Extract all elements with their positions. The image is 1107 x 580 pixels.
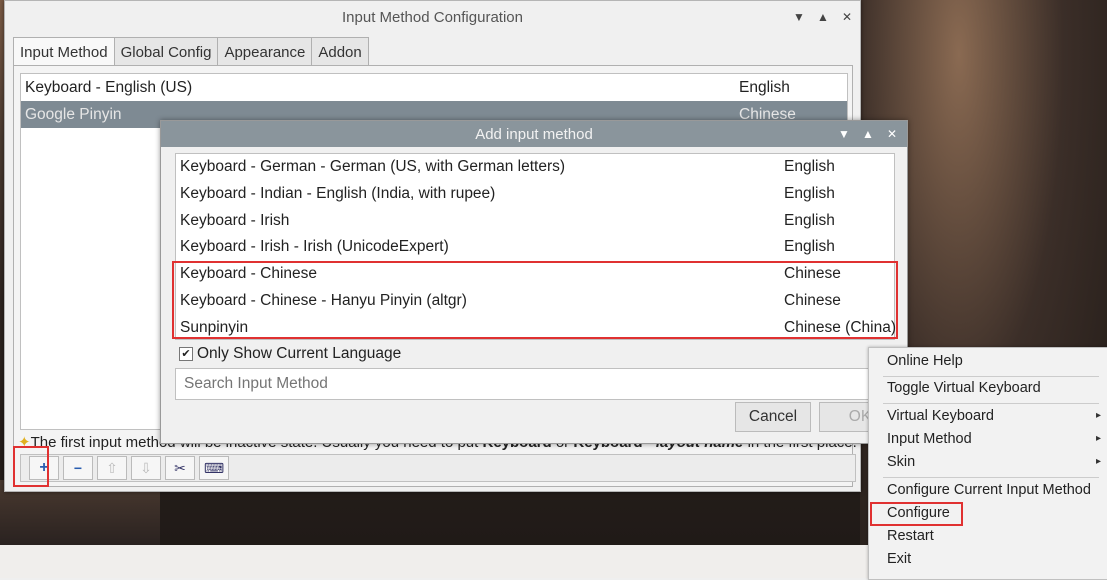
move-down-button[interactable]: ⇩ xyxy=(131,456,161,480)
menu-separator xyxy=(883,403,1099,404)
item-name: Keyboard - Irish xyxy=(180,211,290,229)
menu-item-restart[interactable]: Restart xyxy=(887,528,934,544)
item-name: Keyboard - Irish - Irish (UnicodeExpert) xyxy=(180,238,449,256)
menu-separator xyxy=(883,477,1099,478)
checkmark-icon: ✔ xyxy=(179,347,193,361)
menu-item-virtual-keyboard[interactable]: Virtual Keyboard xyxy=(887,408,994,424)
submenu-arrow-icon: ▸ xyxy=(1095,456,1101,467)
list-item[interactable]: Keyboard - Indian - English (India, with… xyxy=(176,181,894,208)
tab-global-config[interactable]: Global Config xyxy=(113,37,219,67)
menu-item-toggle-virtual-keyboard[interactable]: Toggle Virtual Keyboard xyxy=(887,380,1041,396)
menu-separator xyxy=(883,376,1099,377)
submenu-arrow-icon: ▸ xyxy=(1095,410,1101,421)
menu-item-configure-current-input-method[interactable]: Configure Current Input Method xyxy=(887,482,1091,498)
item-language: English xyxy=(784,184,835,202)
tab-input-method[interactable]: Input Method xyxy=(13,37,115,67)
search-input[interactable] xyxy=(175,368,887,400)
keyboard-layout-button[interactable]: ⌨ xyxy=(199,456,229,480)
dialog-titlebar[interactable]: Add input method ▼ ▲ ✕ xyxy=(161,121,907,147)
cancel-button[interactable]: Cancel xyxy=(735,402,811,432)
window-title: Input Method Configuration xyxy=(342,9,523,26)
item-language: English xyxy=(784,158,835,175)
list-item[interactable]: Keyboard - Irish English xyxy=(176,208,894,235)
checkbox-label: Only Show Current Language xyxy=(197,345,402,362)
window-titlebar[interactable]: Input Method Configuration ▼ ▲ ✕ xyxy=(5,1,860,35)
menu-item-skin[interactable]: Skin xyxy=(887,454,915,470)
close-icon[interactable]: ✕ xyxy=(840,10,854,24)
chinese-items-highlight xyxy=(172,261,898,339)
dialog-maximize-icon[interactable]: ▲ xyxy=(861,127,875,141)
input-method-language: English xyxy=(739,79,790,96)
tab-appearance[interactable]: Appearance xyxy=(217,37,313,67)
list-item[interactable]: Keyboard - English (US) English xyxy=(21,74,847,101)
configure-button[interactable]: ✂ xyxy=(165,456,195,480)
item-name: Keyboard - Indian - English (India, with… xyxy=(180,184,496,202)
menu-item-exit[interactable]: Exit xyxy=(887,551,911,567)
input-method-toolbar: + − ⇧ ⇩ ✂ ⌨ xyxy=(20,454,856,482)
add-button-highlight xyxy=(13,446,49,487)
dialog-minimize-icon[interactable]: ▼ xyxy=(837,127,851,141)
list-item[interactable]: Keyboard - Irish - Irish (UnicodeExpert)… xyxy=(176,234,894,261)
item-language: English xyxy=(784,211,835,229)
menu-item-input-method[interactable]: Input Method xyxy=(887,431,972,447)
maximize-icon[interactable]: ▲ xyxy=(816,10,830,24)
configure-highlight xyxy=(870,502,963,526)
submenu-arrow-icon: ▸ xyxy=(1095,433,1101,444)
tab-bar: Input Method Global Config Appearance Ad… xyxy=(13,37,369,67)
item-language: English xyxy=(784,238,835,256)
item-name: Keyboard - German - German (US, with Ger… xyxy=(180,158,566,175)
only-current-language-checkbox[interactable]: ✔ Only Show Current Language xyxy=(179,345,401,363)
input-method-name: Keyboard - English (US) xyxy=(25,79,193,96)
tray-context-menu: Online Help Toggle Virtual Keyboard Virt… xyxy=(868,347,1107,580)
remove-button[interactable]: − xyxy=(63,456,93,480)
minimize-icon[interactable]: ▼ xyxy=(792,10,806,24)
dialog-close-icon[interactable]: ✕ xyxy=(885,127,899,141)
menu-item-online-help[interactable]: Online Help xyxy=(887,353,963,369)
input-method-name: Google Pinyin xyxy=(25,106,122,123)
move-up-button[interactable]: ⇧ xyxy=(97,456,127,480)
tab-addon[interactable]: Addon xyxy=(311,37,369,67)
list-item[interactable]: Keyboard - German - German (US, with Ger… xyxy=(176,154,894,181)
dialog-title: Add input method xyxy=(475,126,593,143)
